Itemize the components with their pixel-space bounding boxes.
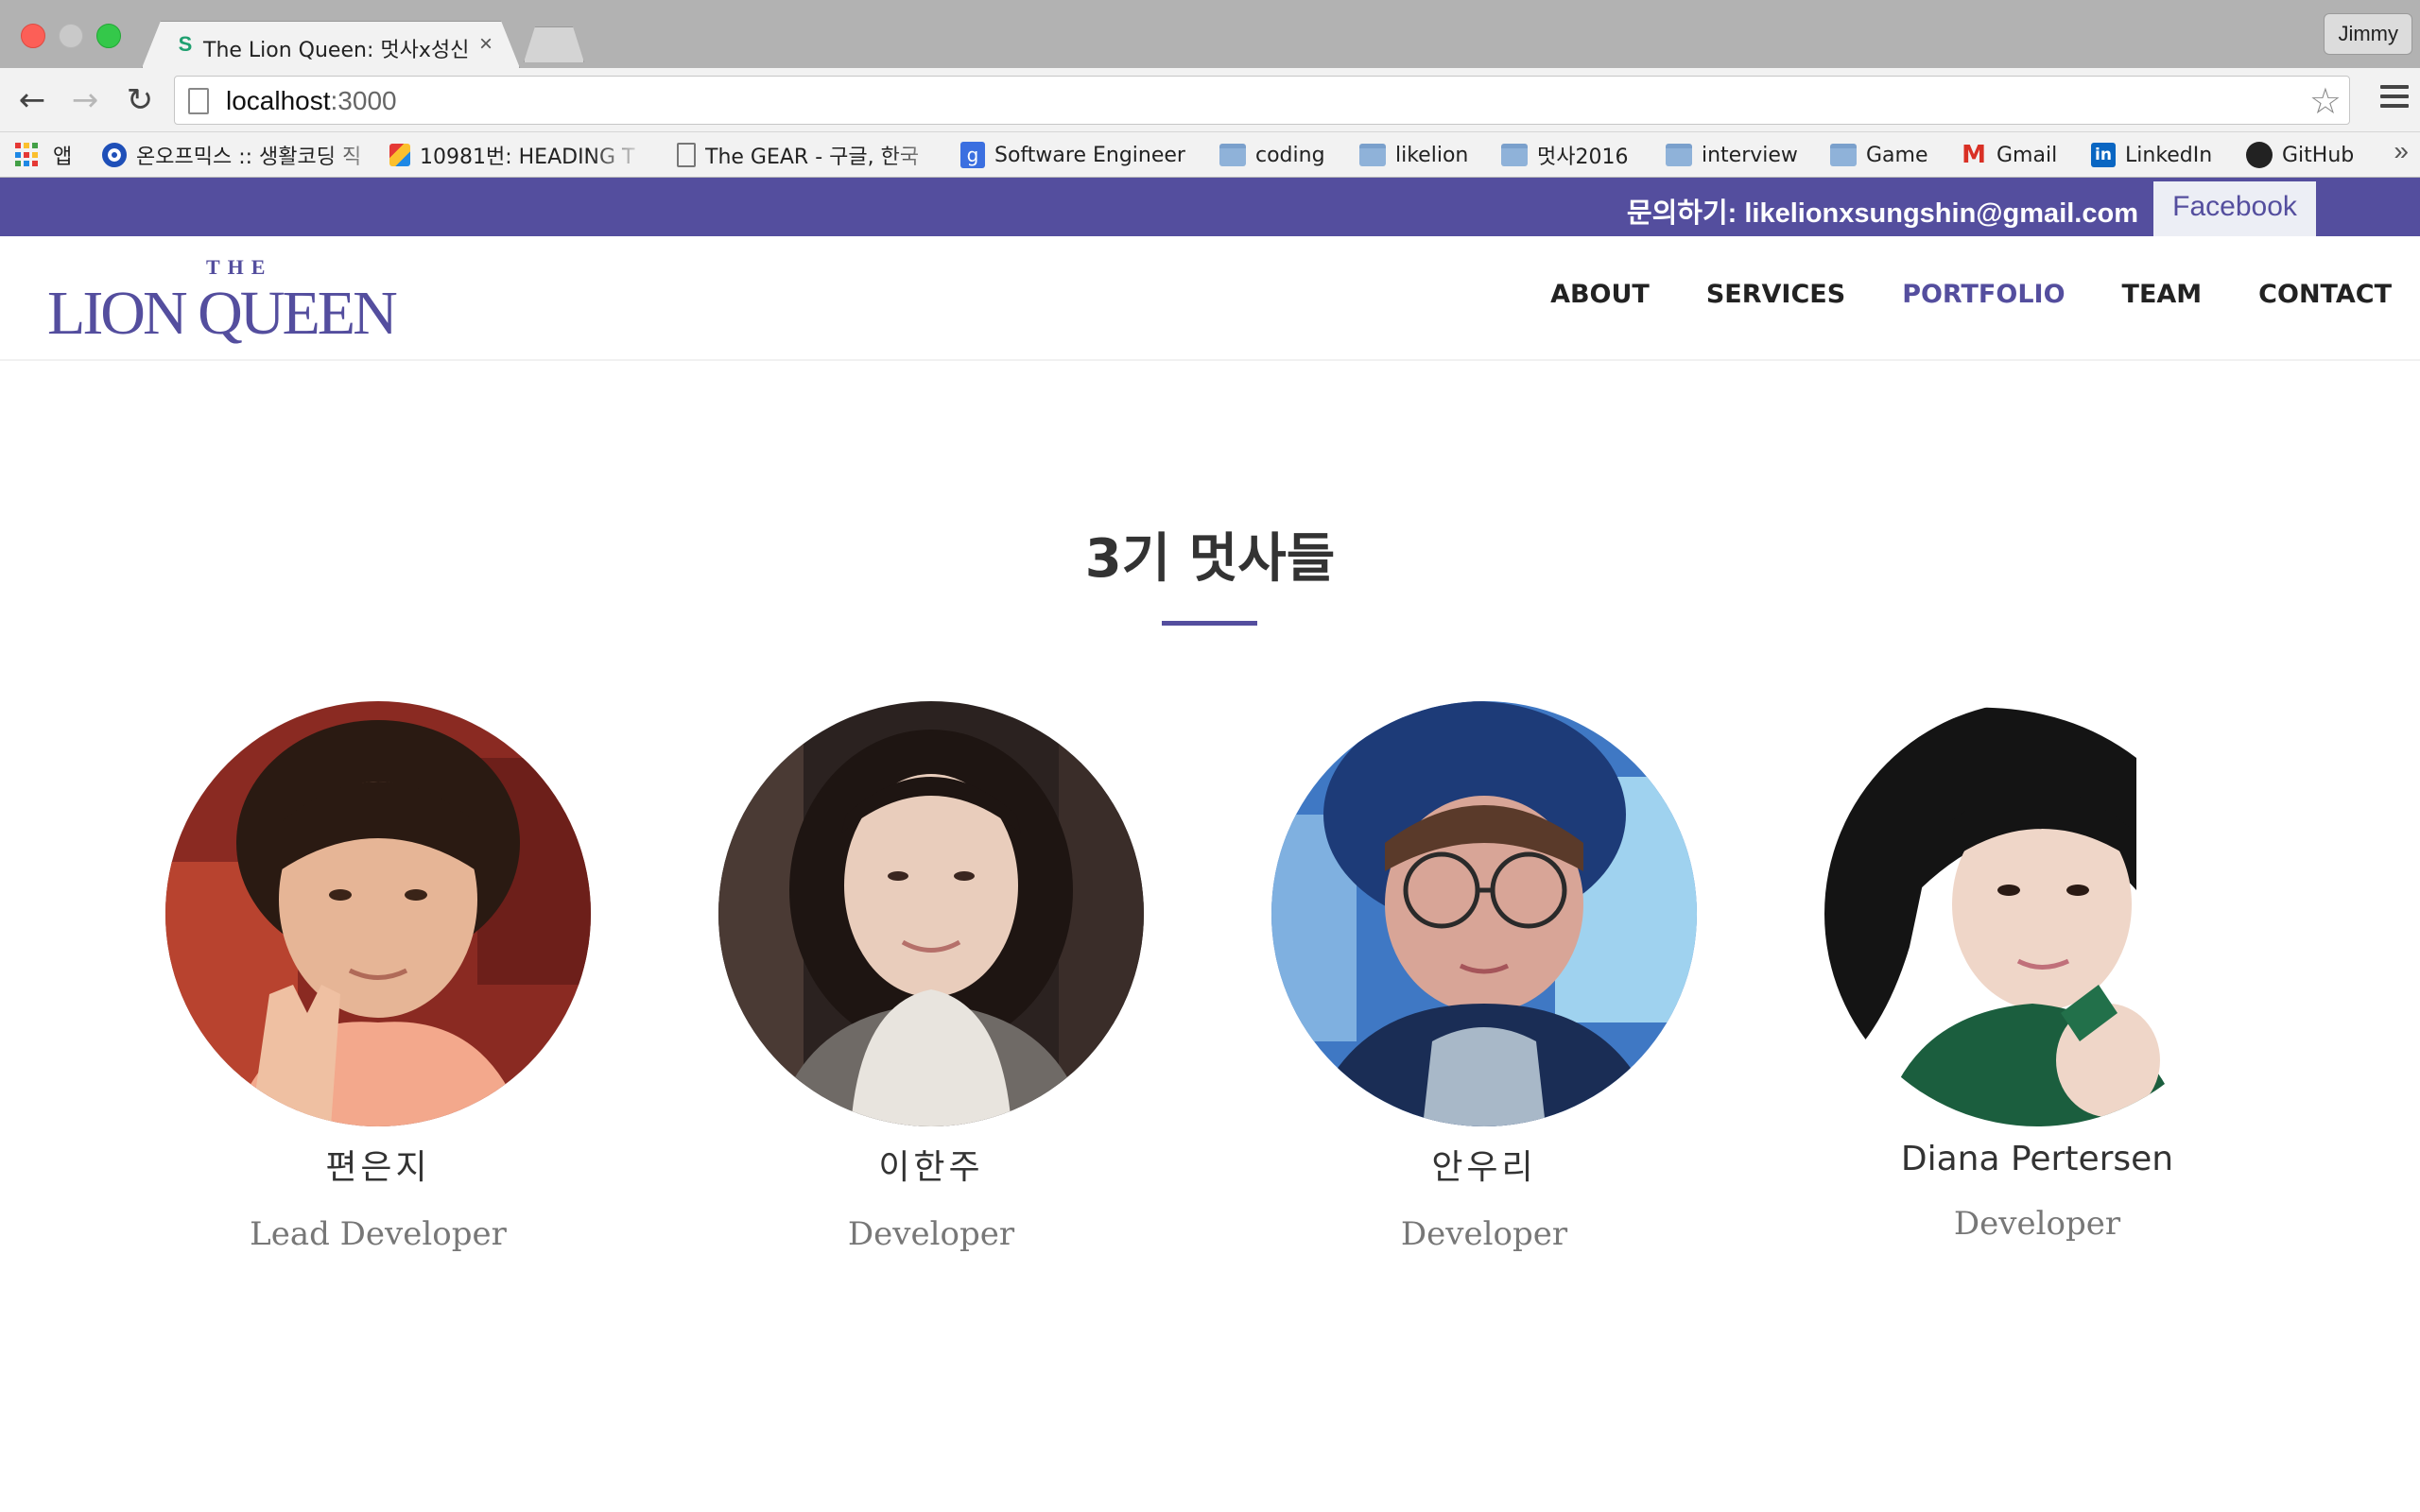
profile-button[interactable]: Jimmy <box>2324 13 2412 55</box>
member-photo <box>1271 701 1697 1126</box>
bookmark-folder-coding[interactable]: coding <box>1219 140 1325 170</box>
minimize-window-button[interactable] <box>59 24 83 48</box>
logo-name-text: LION QUEEN <box>47 279 398 348</box>
tab-title: The Lion Queen: 멋사x성신 <box>203 39 470 62</box>
bookmarks-bar: 앱 온오프믹스 :: 생활코딩 직 10981번: HEADING T The … <box>0 132 2420 178</box>
contact-email-text: 문의하기: likelionxsungshin@gmail.com <box>1626 198 2138 229</box>
bookmark-gmail[interactable]: M Gmail <box>1961 140 2057 170</box>
google-icon: g <box>960 142 985 168</box>
bookmark-github[interactable]: GitHub <box>2246 140 2354 170</box>
member-name: 이한주 <box>878 1148 984 1187</box>
maximize-window-button[interactable] <box>96 24 121 48</box>
new-tab-button[interactable] <box>524 26 584 62</box>
member-name: 편은지 <box>325 1148 431 1187</box>
gmail-icon: M <box>1962 141 1986 169</box>
facebook-link[interactable]: Facebook <box>2153 181 2316 236</box>
folder-icon <box>1359 144 1386 166</box>
bookmark-linkedin[interactable]: in LinkedIn <box>2091 140 2212 170</box>
folder-icon <box>1219 144 1246 166</box>
team-member-card: Diana Pertersen Developer <box>1791 701 2283 1243</box>
page-icon <box>677 143 696 167</box>
boj-icon <box>389 144 410 166</box>
site-header: THE LION QUEEN ABOUT SERVICES PORTFOLIO … <box>0 236 2420 361</box>
nav-contact[interactable]: CONTACT <box>2258 280 2392 309</box>
member-role: Developer <box>1953 1205 2121 1243</box>
bookmark-star-icon[interactable]: ☆ <box>2309 80 2342 123</box>
folder-icon <box>1666 144 1692 166</box>
tab-close-icon[interactable]: × <box>479 31 493 58</box>
folder-icon <box>1501 144 1528 166</box>
folder-icon <box>1830 144 1857 166</box>
close-window-button[interactable] <box>21 24 45 48</box>
bookmark-boj[interactable]: 10981번: HEADING T <box>389 140 647 170</box>
team-member-card: 안우리 Developer <box>1238 701 1730 1253</box>
member-photo <box>1824 701 2250 1126</box>
site-top-bar: 문의하기: likelionxsungshin@gmail.com Facebo… <box>0 178 2420 236</box>
bookmark-the-gear[interactable]: The GEAR - 구글, 한국 <box>677 140 951 170</box>
onoffmix-icon <box>102 143 127 167</box>
back-arrow-icon[interactable]: ← <box>13 81 51 119</box>
nav-portfolio[interactable]: PORTFOLIO <box>1902 280 2065 309</box>
team-section-title: 3기 멋사들 <box>1084 528 1336 590</box>
main-nav: ABOUT SERVICES PORTFOLIO TEAM CONTACT <box>1494 280 2392 309</box>
bookmark-folder-likelion[interactable]: likelion <box>1359 140 1468 170</box>
team-member-card: 이한주 Developer <box>685 701 1177 1253</box>
member-photo <box>718 701 1144 1126</box>
logo-the-text: THE <box>206 255 273 279</box>
browser-tab-bar: S The Lion Queen: 멋사x성신 × Jimmy <box>0 0 2420 68</box>
forward-arrow-icon[interactable]: → <box>66 81 104 119</box>
member-role: Lead Developer <box>250 1215 507 1253</box>
url-text: localhost:3000 <box>226 86 397 115</box>
site-logo[interactable]: THE LION QUEEN <box>47 255 425 350</box>
title-underline-divider <box>1162 621 1257 626</box>
member-name: Diana Pertersen <box>1900 1140 2174 1178</box>
bookmark-apps[interactable]: 앱 <box>15 140 72 170</box>
address-bar[interactable]: localhost:3000 ☆ <box>174 76 2350 125</box>
linkedin-icon: in <box>2091 143 2116 167</box>
site-favicon-icon: S <box>178 32 193 56</box>
member-role: Developer <box>847 1215 1015 1253</box>
bookmark-onoffmix[interactable]: 온오프믹스 :: 생활코딩 직 <box>102 140 391 170</box>
page-icon <box>188 88 209 114</box>
bookmark-folder-game[interactable]: Game <box>1830 140 1928 170</box>
member-name: 안우리 <box>1431 1148 1537 1187</box>
apps-grid-icon <box>15 143 40 167</box>
bookmarks-overflow-chevron-icon[interactable]: » <box>2394 136 2409 166</box>
hamburger-menu-icon[interactable] <box>2380 85 2409 110</box>
bookmark-folder-meotsa2016[interactable]: 멋사2016 <box>1501 140 1628 170</box>
bookmark-software-engineer[interactable]: g Software Engineer <box>960 140 1185 170</box>
nav-about[interactable]: ABOUT <box>1550 280 1650 309</box>
team-member-card: 편은지 Lead Developer <box>132 701 624 1253</box>
github-icon <box>2246 142 2273 168</box>
browser-toolbar: ← → ↻ localhost:3000 ☆ <box>0 68 2420 132</box>
browser-tab-active[interactable]: S The Lion Queen: 멋사x성신 × <box>142 21 520 68</box>
bookmark-folder-interview[interactable]: interview <box>1666 140 1798 170</box>
nav-team[interactable]: TEAM <box>2122 280 2203 309</box>
nav-services[interactable]: SERVICES <box>1706 280 1845 309</box>
member-role: Developer <box>1400 1215 1568 1253</box>
member-photo <box>165 701 591 1126</box>
reload-icon[interactable]: ↻ <box>121 81 159 119</box>
